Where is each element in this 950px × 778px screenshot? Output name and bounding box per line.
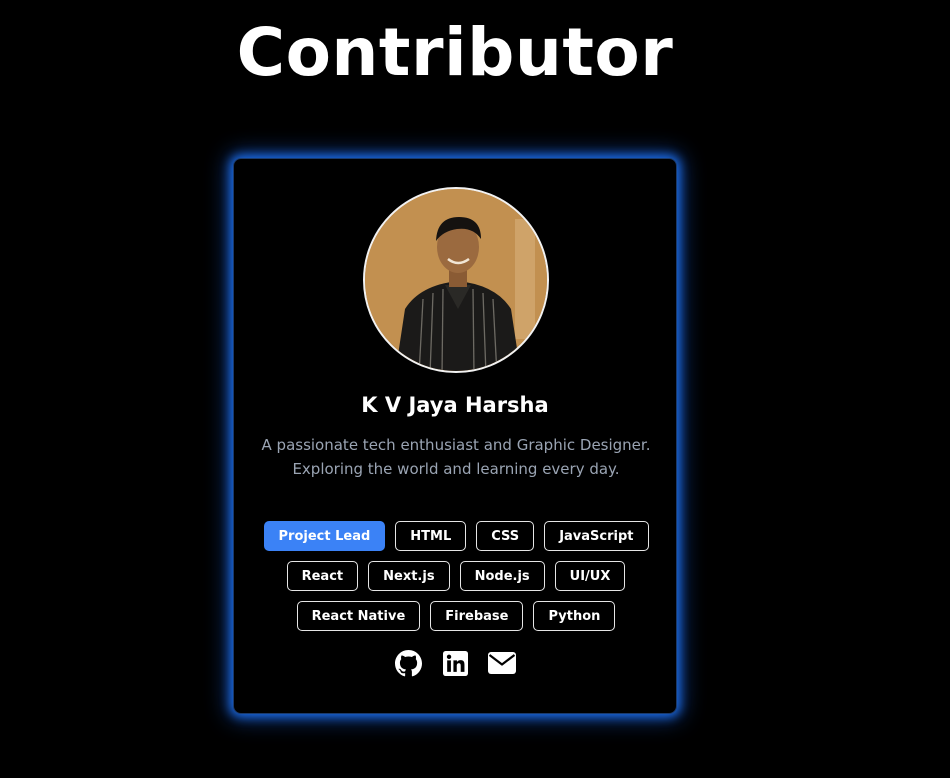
tag-uiux: UI/UX [554,561,626,591]
email-icon [488,652,516,674]
tag-html: HTML [395,521,467,551]
tag-python: Python [533,601,616,631]
email-link[interactable] [488,649,516,677]
tag-react: React [286,561,359,591]
github-link[interactable] [394,649,422,677]
avatar [363,187,549,373]
contributor-name: K V Jaya Harsha [361,393,549,417]
social-links [234,649,676,677]
tag-firebase: Firebase [430,601,524,631]
github-icon [394,649,422,676]
page-title: Contributor [236,14,674,91]
tag-nextjs: Next.js [368,561,450,591]
tag-react-native: React Native [296,601,421,631]
contributor-card: K V Jaya Harsha A passionate tech enthus… [233,158,677,714]
skill-tags: Project Lead HTML CSS JavaScript React N… [252,521,660,631]
tag-javascript: JavaScript [544,521,649,551]
linkedin-icon [442,650,468,676]
contributor-bio: A passionate tech enthusiast and Graphic… [261,436,651,478]
tag-css: CSS [476,521,535,551]
tag-project-lead: Project Lead [263,521,386,551]
tag-nodejs: Node.js [459,561,545,591]
linkedin-link[interactable] [441,649,469,677]
